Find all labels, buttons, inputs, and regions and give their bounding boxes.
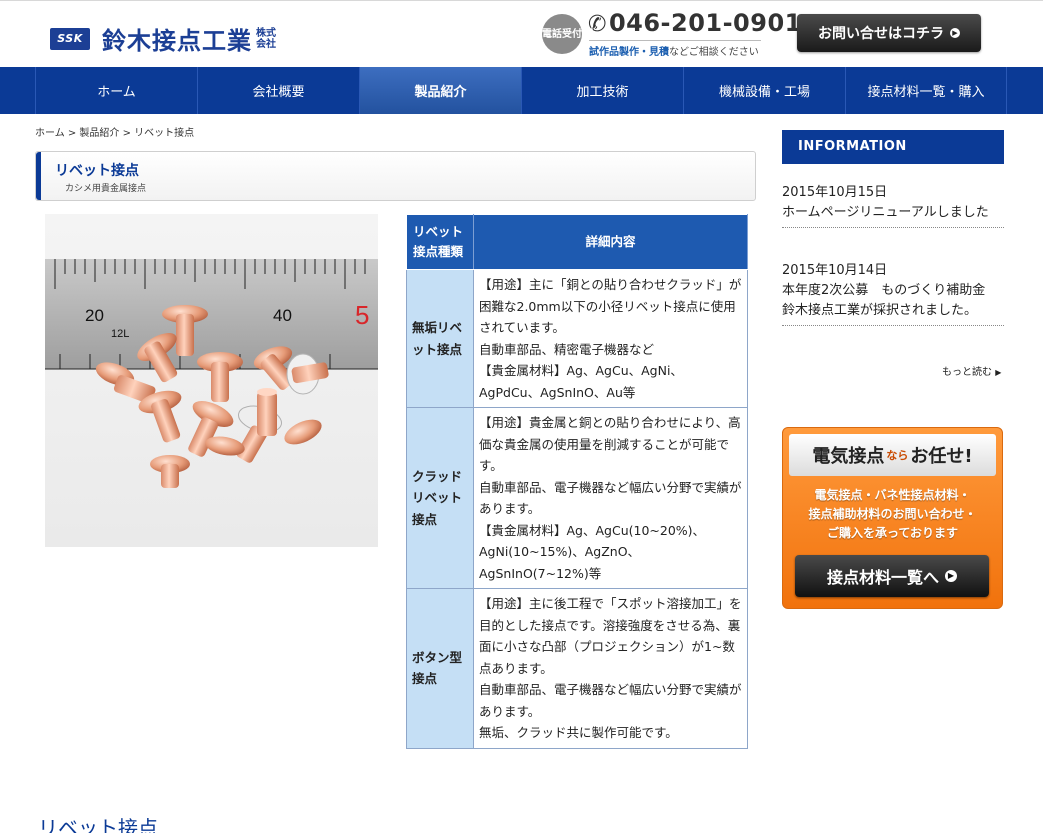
information-heading: INFORMATION (782, 130, 1004, 164)
nav-item-facilities[interactable]: 機械設備・工場 (683, 67, 845, 114)
detail-line: 自動車部品、電子機器など幅広い分野で実績があります。 (479, 479, 742, 517)
product-photo: 20 30 40 5 12L (45, 214, 378, 547)
tel-badge: 電話受付 (542, 14, 582, 54)
ruler-label-20: 20 (85, 306, 104, 325)
spec-table: リベット接点種類 詳細内容 無垢リベット接点 【用途】主に「銅との貼り合わせクラ… (406, 214, 748, 749)
news-item[interactable]: 2015年10月15日 ホームページリニューアルしました (782, 183, 1004, 228)
banner-text-line: 接点補助材料のお問い合わせ・ (808, 507, 977, 521)
table-header-row: リベット接点種類 詳細内容 (406, 214, 748, 270)
table-row: ボタン型接点 【用途】主に後工程で「スポット溶接加工」を目的とした接点です。溶接… (406, 588, 748, 749)
banner-title: 電気接点 なら お任せ! (789, 434, 996, 476)
arrow-right-icon: ▶ (950, 28, 960, 38)
read-more-link[interactable]: もっと読む ▶ (942, 363, 1001, 378)
banner-title-part2: お任せ! (910, 446, 973, 467)
nav-item-products[interactable]: 製品紹介 (359, 67, 521, 114)
title-accent-bar (36, 152, 41, 200)
tel-note: 試作品製作・見積などご相談ください (589, 40, 761, 58)
table-cell-kind: ボタン型接点 (406, 588, 474, 749)
breadcrumb[interactable]: ホーム > 製品紹介 > リベット接点 (35, 124, 194, 139)
ruler-mark: 12L (111, 328, 129, 340)
nav-item-technology[interactable]: 加工技術 (521, 67, 683, 114)
ruler-label-40: 40 (273, 306, 292, 325)
banner-title-part1: 電気接点 (812, 446, 885, 467)
table-header-kind: リベット接点種類 (406, 214, 474, 270)
read-more-label: もっと読む (942, 367, 992, 378)
company-logo[interactable]: SSK 鈴木接点工業 株式会社 (50, 21, 280, 56)
tel-number-text: 046-201-0901 (608, 9, 802, 37)
detail-line: 自動車部品、電子機器など幅広い分野で実績があります。 (479, 682, 742, 719)
news-date: 2015年10月15日 (782, 185, 888, 200)
nav-item-company[interactable]: 会社概要 (197, 67, 359, 114)
materials-list-button[interactable]: 接点材料一覧へ ▶ (795, 555, 989, 597)
section-heading: リベット接点 (38, 816, 158, 833)
table-cell-kind: 無垢リベット接点 (406, 269, 474, 408)
company-suffix: 株式会社 (256, 27, 276, 50)
logo-mark: SSK (50, 27, 90, 50)
detail-line: 【用途】主に後工程で「スポット溶接加工」を目的とした接点です。溶接強度をさせる為… (479, 596, 742, 676)
table-row: クラッドリベット接点 【用途】貴金属と銅との貼り合わせにより、高価な貴金属の使用… (406, 407, 748, 589)
page-title: リベット接点 (55, 163, 139, 179)
news-item[interactable]: 2015年10月14日 本年度2次公募 ものづくり補助金 鈴木接点工業が採択され… (782, 261, 1004, 326)
triangle-right-icon: ▶ (995, 368, 1002, 377)
tel-note-highlight: 試作品製作・見積 (589, 47, 669, 58)
table-header-detail: 詳細内容 (473, 214, 748, 270)
rivet-contacts-illustration: 20 30 40 5 12L (45, 259, 378, 488)
page-subtitle: カシメ用貴金属接点 (65, 184, 147, 194)
site-header: SSK 鈴木接点工業 株式会社 電話受付 ✆046-201-0901 試作品製作… (0, 0, 1043, 67)
banner-text: 電気接点・バネ性接点材料・ 接点補助材料のお問い合わせ・ ご購入を承っております (783, 486, 1002, 543)
detail-line: 自動車部品、精密電子機器など (479, 341, 655, 357)
table-row: 無垢リベット接点 【用途】主に「銅との貼り合わせクラッド」が困難な2.0mm以下… (406, 269, 748, 408)
ruler-label-5: 5 (355, 300, 369, 330)
detail-line: 【貴金属材料】Ag、AgCu(10~20%)、AgNi(10~15%)、AgZn… (479, 522, 706, 581)
detail-line: 【用途】貴金属と銅との貼り合わせにより、高価な貴金属の使用量を削減することが可能… (479, 415, 741, 473)
company-name: 鈴木接点工業 (102, 27, 252, 55)
contact-banner[interactable]: 電気接点 なら お任せ! 電気接点・バネ性接点材料・ 接点補助材料のお問い合わせ… (782, 427, 1003, 609)
table-cell-kind: クラッドリベット接点 (406, 407, 474, 589)
global-nav: ホーム 会社概要 製品紹介 加工技術 機械設備・工場 接点材料一覧・購入 (0, 67, 1043, 114)
detail-line: 【用途】主に「銅との貼り合わせクラッド」が困難な2.0mm以下の小径リベット接点… (479, 277, 742, 335)
contact-button-label: お問い合せはコチラ (818, 26, 944, 42)
phone-icon: ✆ (588, 12, 607, 37)
tel-number[interactable]: ✆046-201-0901 (588, 9, 802, 37)
table-cell-detail: 【用途】主に「銅との貼り合わせクラッド」が困難な2.0mm以下の小径リベット接点… (473, 269, 748, 408)
detail-line: 【貴金属材料】Ag、AgCu、AgNi、AgPdCu、AgSnInO、Au等 (479, 363, 683, 400)
detail-line: 無垢、クラッド共に製作可能です。 (479, 725, 678, 740)
tel-note-rest: などご相談ください (669, 47, 759, 58)
nav-item-home[interactable]: ホーム (35, 67, 197, 114)
news-date: 2015年10月14日 (782, 263, 888, 278)
table-cell-detail: 【用途】貴金属と銅との貼り合わせにより、高価な貴金属の使用量を削減することが可能… (473, 407, 748, 589)
news-text: 本年度2次公募 ものづくり補助金 鈴木接点工業が採択されました。 (782, 283, 999, 318)
nav-item-materials[interactable]: 接点材料一覧・購入 (845, 67, 1007, 114)
banner-text-line: ご購入を承っております (826, 526, 959, 540)
banner-text-line: 電気接点・バネ性接点材料・ (814, 488, 971, 502)
table-cell-detail: 【用途】主に後工程で「スポット溶接加工」を目的とした接点です。溶接強度をさせる為… (473, 588, 748, 749)
arrow-right-icon: ▶ (945, 570, 957, 582)
page-title-box: リベット接点 カシメ用貴金属接点 (35, 151, 756, 201)
materials-list-button-label: 接点材料一覧へ (826, 568, 939, 587)
news-text: ホームページリニューアルしました (782, 205, 989, 220)
banner-title-small: なら (886, 449, 909, 462)
contact-button[interactable]: お問い合せはコチラ ▶ (797, 14, 981, 52)
